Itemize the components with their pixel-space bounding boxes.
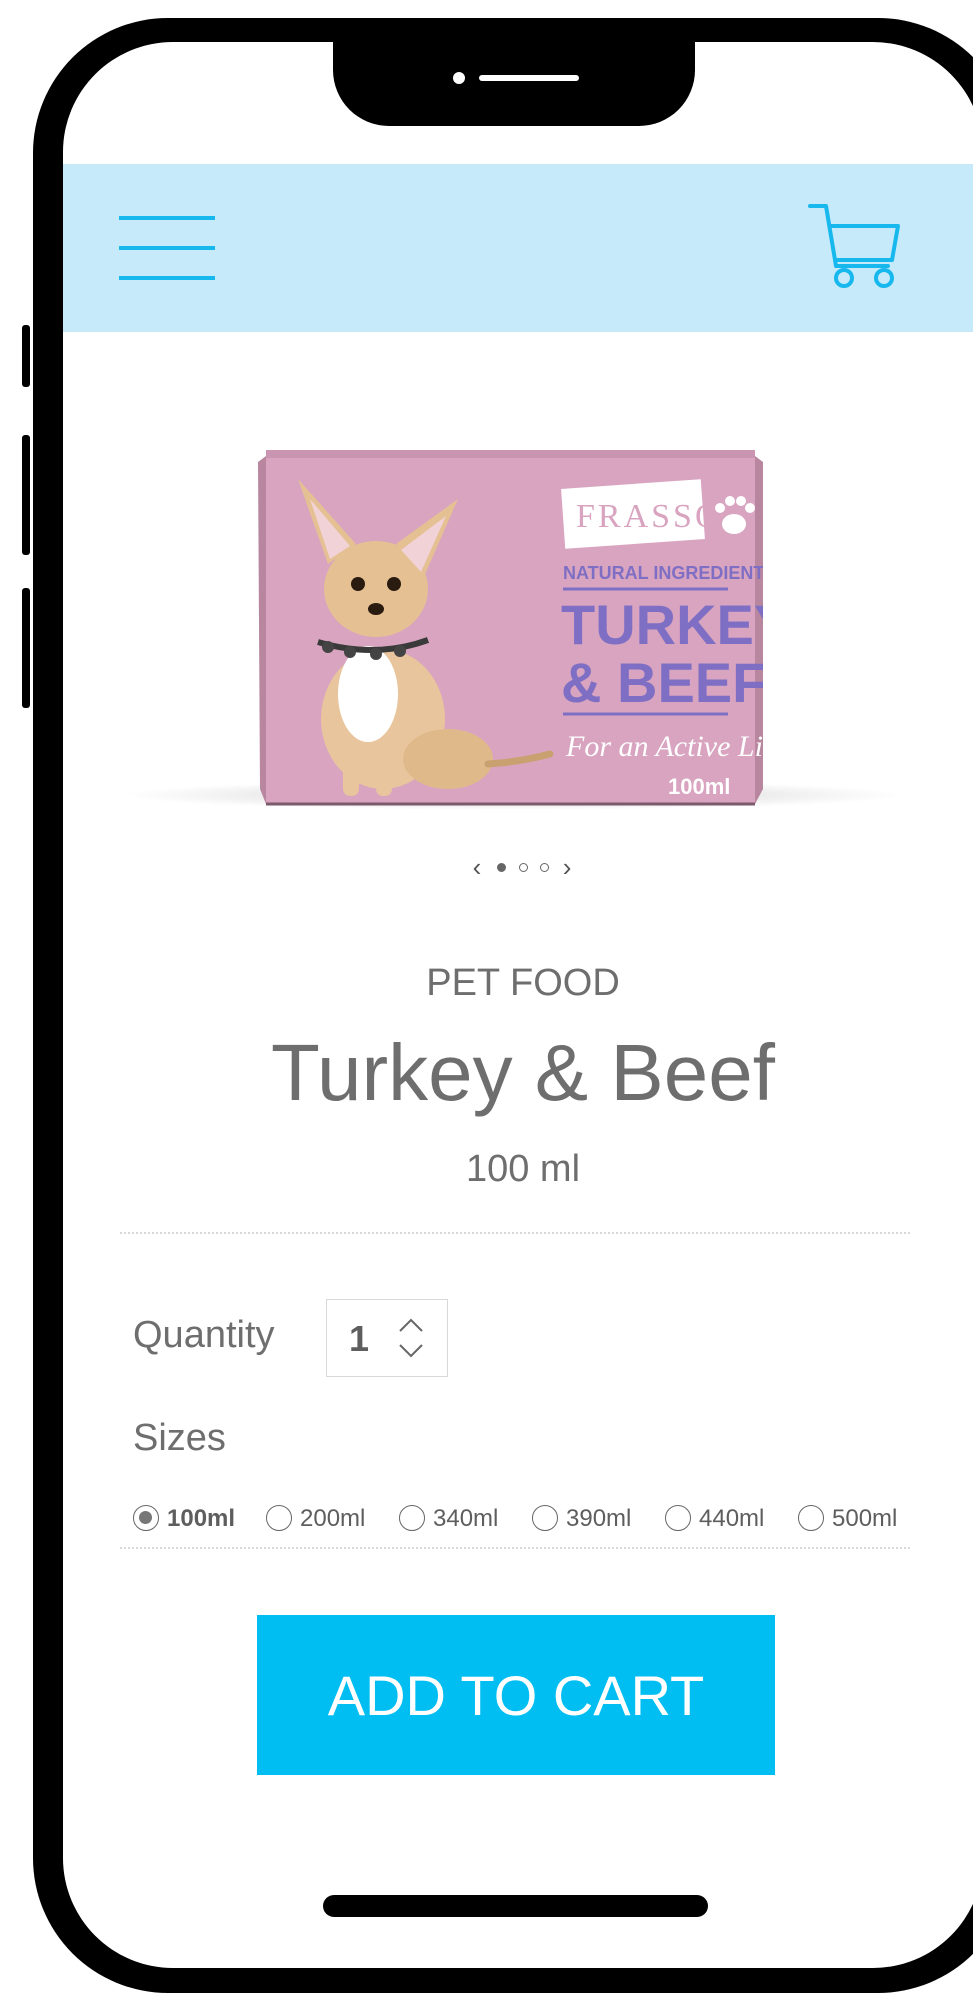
side-button-volume-down bbox=[22, 588, 30, 708]
box-flavor-line1: TURKEY bbox=[561, 593, 763, 656]
size-label-440ml[interactable]: 440ml bbox=[699, 1505, 764, 1533]
phone-screen: FRASSO NATURAL INGREDIENTS TURKEY & BEEF… bbox=[63, 42, 973, 1968]
size-radio-group: 100ml 200ml 340ml 390ml 440ml 500ml bbox=[133, 1499, 933, 1539]
carousel-dot-2[interactable] bbox=[518, 863, 528, 872]
box-tagline: NATURAL INGREDIENTS bbox=[563, 563, 763, 583]
size-label-500ml[interactable]: 500ml bbox=[832, 1505, 897, 1533]
image-carousel-controls: ‹ › bbox=[63, 852, 973, 892]
chevron-up-icon[interactable] bbox=[397, 1316, 425, 1334]
carousel-prev-icon[interactable]: ‹ bbox=[469, 852, 488, 883]
quantity-stepper[interactable]: 1 bbox=[326, 1299, 448, 1377]
radio-100ml[interactable] bbox=[133, 1505, 159, 1531]
carousel-next-icon[interactable]: › bbox=[559, 852, 578, 883]
size-label-390ml[interactable]: 390ml bbox=[566, 1505, 631, 1533]
quantity-value[interactable]: 1 bbox=[349, 1318, 369, 1360]
phone-notch bbox=[333, 42, 695, 126]
box-volume: 100ml bbox=[668, 774, 730, 799]
size-label-200ml[interactable]: 200ml bbox=[300, 1505, 365, 1533]
radio-500ml[interactable] bbox=[798, 1505, 824, 1531]
side-button-silent bbox=[22, 325, 30, 387]
carousel-dot-3[interactable] bbox=[539, 863, 549, 872]
radio-390ml[interactable] bbox=[532, 1505, 558, 1531]
size-label-340ml[interactable]: 340ml bbox=[433, 1505, 498, 1533]
earpiece-speaker bbox=[479, 75, 579, 81]
box-slogan: For an Active Life bbox=[565, 730, 763, 763]
radio-200ml[interactable] bbox=[266, 1505, 292, 1531]
app-header bbox=[63, 164, 973, 332]
shopping-cart-icon[interactable] bbox=[806, 200, 902, 296]
add-to-cart-button[interactable]: ADD TO CART bbox=[257, 1615, 775, 1775]
quantity-label: Quantity bbox=[133, 1314, 275, 1356]
radio-440ml[interactable] bbox=[665, 1505, 691, 1531]
chevron-down-icon[interactable] bbox=[397, 1342, 425, 1360]
home-indicator[interactable] bbox=[323, 1895, 708, 1917]
divider-top bbox=[120, 1232, 910, 1234]
product-volume: 100 ml bbox=[465, 1148, 581, 1190]
box-brand-text: FRASSO bbox=[576, 498, 723, 535]
box-flavor-line2: & BEEF bbox=[561, 651, 763, 714]
side-button-volume-up bbox=[22, 435, 30, 555]
sizes-label: Sizes bbox=[133, 1417, 226, 1459]
front-camera bbox=[453, 72, 465, 84]
product-title: Turkey & Beef bbox=[271, 1028, 775, 1117]
hamburger-icon[interactable] bbox=[119, 216, 215, 282]
divider-bottom bbox=[120, 1547, 910, 1549]
product-category: PET FOOD bbox=[426, 962, 620, 1004]
carousel-dot-1[interactable] bbox=[497, 863, 507, 872]
radio-340ml[interactable] bbox=[399, 1505, 425, 1531]
product-image[interactable]: FRASSO NATURAL INGREDIENTS TURKEY & BEEF… bbox=[258, 444, 763, 819]
size-label-100ml[interactable]: 100ml bbox=[167, 1505, 235, 1533]
